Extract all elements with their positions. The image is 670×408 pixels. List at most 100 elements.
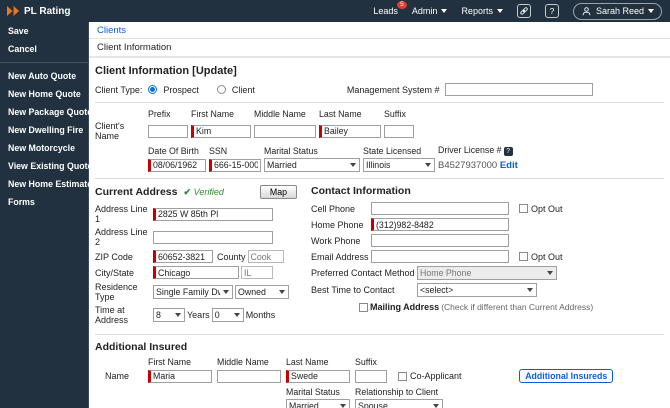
contact-information-section: Contact Information Cell Phone Opt Out H… xyxy=(297,185,664,315)
brand-icon xyxy=(7,6,19,16)
years-label: Years xyxy=(187,310,210,320)
cancel-label: Cancel xyxy=(8,44,37,54)
user-menu[interactable]: Sarah Reed xyxy=(572,2,662,20)
sidebar: Save Cancel New Auto Quote New Home Quot… xyxy=(0,22,97,408)
brand-name: PL Rating xyxy=(24,5,71,17)
ai-first-name-input[interactable] xyxy=(148,369,212,383)
cell-opt-out-checkbox[interactable] xyxy=(519,204,528,213)
divider xyxy=(95,178,664,179)
reports-label: Reports xyxy=(461,6,493,16)
app-logo[interactable]: PL Rating xyxy=(0,6,70,17)
prefix-header: Prefix xyxy=(148,109,171,119)
clients-name-label: Client's Name xyxy=(95,121,125,141)
ai-relationship-header: Relationship to Client xyxy=(355,387,439,397)
ai-middle-name-input[interactable] xyxy=(217,369,281,383)
sidebar-item-new-home-estimate[interactable]: New Home Estimate xyxy=(0,175,92,193)
additional-insureds-button[interactable]: Additional Insureds xyxy=(519,369,614,383)
sidebar-item-view-existing-quotes[interactable]: View Existing Quotes xyxy=(0,157,97,175)
email-opt-out-checkbox[interactable] xyxy=(519,252,528,261)
sidebar-item-forms[interactable]: Forms xyxy=(0,193,88,211)
work-phone-input[interactable] xyxy=(371,234,509,247)
driver-license-value-row: B4527937000 Edit xyxy=(438,160,664,171)
sidebar-item-new-home-quote[interactable]: New Home Quote xyxy=(0,85,88,103)
cell-phone-label: Cell Phone xyxy=(311,203,356,214)
middle-name-header: Middle Name xyxy=(254,109,306,119)
address-line1-input[interactable] xyxy=(153,207,273,221)
years-select[interactable]: 8 xyxy=(153,308,185,322)
user-name: Sarah Reed xyxy=(595,6,644,16)
main-panel: Clients Client Information Client Inform… xyxy=(88,22,670,408)
address-line2-input[interactable] xyxy=(153,230,273,244)
county-input xyxy=(247,250,284,263)
address-line2-label: Address Line 2 xyxy=(95,227,148,247)
check-icon: ✔ xyxy=(183,186,192,197)
edit-license-link[interactable]: Edit xyxy=(500,160,518,171)
first-name-header: First Name xyxy=(191,109,235,119)
top-menu: Leads 5 Admin Reports ? Sarah Reed xyxy=(373,1,670,20)
home-phone-input[interactable] xyxy=(371,218,509,231)
map-button[interactable]: Map xyxy=(259,185,297,199)
ai-suffix-input[interactable] xyxy=(355,369,387,383)
sidebar-item-new-auto-quote[interactable]: New Auto Quote xyxy=(0,67,88,85)
time-at-address-label: Time at Address xyxy=(95,305,129,325)
client-type-row: Client Type: Prospect Client Management … xyxy=(95,83,664,96)
management-system-input[interactable] xyxy=(445,83,594,96)
ai-relationship-select[interactable]: Spouse xyxy=(355,399,443,408)
best-time-to-contact-select[interactable]: <select> xyxy=(417,283,537,297)
chevron-down-icon xyxy=(527,288,533,292)
prefix-input[interactable] xyxy=(148,124,188,138)
co-applicant-label: Co-Applicant xyxy=(410,371,462,381)
dob-header: Date Of Birth xyxy=(148,145,199,156)
zip-code-label: ZIP Code xyxy=(95,251,133,262)
ssn-input[interactable] xyxy=(209,158,261,172)
suffix-input[interactable] xyxy=(384,124,414,138)
address-line1-label: Address Line 1 xyxy=(95,204,148,224)
chevron-down-icon xyxy=(441,9,448,13)
last-name-input[interactable] xyxy=(319,124,381,138)
save-label: Save xyxy=(8,26,29,36)
verified-badge: ✔ Verified xyxy=(183,186,224,197)
chevron-down-icon xyxy=(233,313,240,317)
marital-status-select[interactable]: Married xyxy=(264,158,360,172)
breadcrumb-clients-link[interactable]: Clients xyxy=(97,25,126,36)
ai-marital-status-select[interactable]: Married xyxy=(286,399,350,408)
chevron-down-icon xyxy=(175,313,181,317)
driver-license-header: Driver License #? xyxy=(438,145,664,156)
months-select[interactable]: 0 xyxy=(211,308,244,322)
state-licensed-select[interactable]: Illinois xyxy=(363,158,435,172)
residence-type-select[interactable]: Single Family Dwel xyxy=(153,285,233,299)
middle-name-input[interactable] xyxy=(254,124,316,138)
cell-opt-out-label: Opt Out xyxy=(531,203,563,214)
city-input[interactable] xyxy=(153,266,239,279)
contact-information-title: Contact Information xyxy=(311,185,411,197)
ssn-header: SSN xyxy=(209,145,228,156)
co-applicant-checkbox[interactable] xyxy=(398,371,407,381)
help-icon[interactable]: ? xyxy=(544,4,559,18)
leads-menu[interactable]: Leads 5 xyxy=(373,1,407,16)
zip-code-input[interactable] xyxy=(153,250,213,263)
ai-last-name-input[interactable] xyxy=(286,369,350,383)
prospect-radio[interactable] xyxy=(148,85,158,94)
client-radio[interactable] xyxy=(216,85,226,94)
mailing-address-label: Mailing Address xyxy=(370,302,440,312)
reports-menu[interactable]: Reports xyxy=(461,6,503,16)
sidebar-item-new-dwelling-fire[interactable]: New Dwelling Fire xyxy=(0,121,88,139)
cell-phone-input[interactable] xyxy=(371,202,509,215)
first-name-input[interactable] xyxy=(191,124,251,138)
mailing-address-checkbox[interactable] xyxy=(359,302,368,312)
sidebar-item-save[interactable]: Save xyxy=(0,22,88,40)
sidebar-item-cancel[interactable]: Cancel xyxy=(0,40,88,58)
sidebar-item-new-motorcycle[interactable]: New Motorcycle xyxy=(0,139,88,157)
admin-menu[interactable]: Admin xyxy=(412,6,448,16)
link-icon[interactable] xyxy=(516,4,531,18)
dob-input[interactable] xyxy=(148,158,206,172)
chevron-down-icon xyxy=(433,404,439,408)
county-label: County xyxy=(217,251,246,262)
sidebar-divider xyxy=(0,62,88,63)
sidebar-item-new-package-quote[interactable]: New Package Quote xyxy=(0,103,92,121)
management-system-label: Management System # xyxy=(346,84,440,95)
email-address-input[interactable] xyxy=(371,250,509,263)
ownership-select[interactable]: Owned xyxy=(235,285,289,299)
license-help-icon[interactable]: ? xyxy=(503,147,513,156)
preferred-contact-method-select[interactable]: Home Phone xyxy=(417,266,557,280)
